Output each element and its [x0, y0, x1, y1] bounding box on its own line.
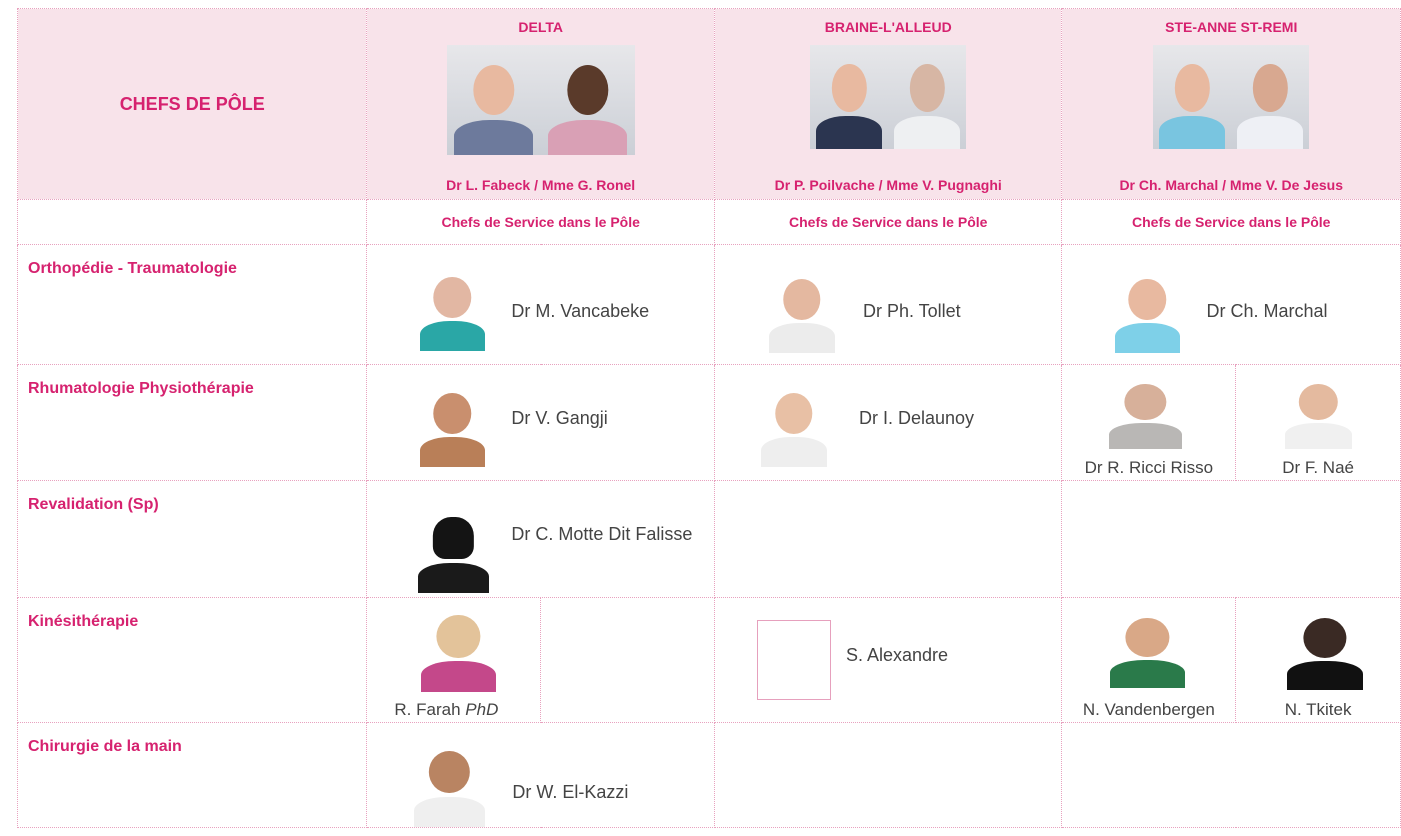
site-caption: Dr Ch. Marchal / Mme V. De Jesus [1119, 177, 1344, 193]
doctor-photo [1108, 271, 1187, 353]
doctor-photo [754, 385, 833, 467]
cell-steanne-b: N. Tkitek [1235, 597, 1401, 723]
header-row: CHEFS DE PÔLE DELTA Dr L. Fabeck / Mme G… [16, 8, 1401, 200]
cell-steanne-a: Dr R. Ricci Risso [1061, 364, 1237, 481]
cell-steanne: Dr Ch. Marchal [1061, 244, 1401, 365]
cell-delta: Dr V. Gangji [366, 364, 715, 481]
site-caption: Dr P. Poilvache / Mme V. Pugnaghi [774, 177, 1002, 193]
doctor-photo [540, 45, 635, 155]
page-title: CHEFS DE PÔLE [16, 8, 368, 200]
site-delta: DELTA Dr L. Fabeck / Mme G. Ronel [366, 8, 715, 200]
cell-delta-b [540, 597, 715, 723]
row-rhumatologie: Rhumatologie Physiothérapie Dr V. Gangji… [16, 364, 1401, 481]
photo-placeholder [756, 620, 831, 700]
doctor-name: Dr Ch. Marchal [1206, 301, 1328, 321]
doctor-photo [1102, 610, 1193, 688]
doctor-photo [413, 606, 504, 692]
subheader-steanne: Chefs de Service dans le Pôle [1061, 199, 1401, 245]
doctor-photo [411, 509, 496, 593]
cell-braine: Dr Ph. Tollet [713, 244, 1063, 365]
doctor-name: N. Tkitek [1284, 700, 1352, 719]
chefs-de-pole-table: CHEFS DE PÔLE DELTA Dr L. Fabeck / Mme G… [16, 8, 1401, 828]
doctor-name: Dr W. El-Kazzi [512, 782, 629, 802]
cell-steanne-a: N. Vandenbergen [1061, 597, 1237, 723]
doctor-name: Dr R. Ricci Risso [1084, 458, 1214, 477]
cell-braine: S. Alexandre [713, 597, 1063, 723]
cell-delta: Dr W. El-Kazzi [366, 722, 715, 828]
doctor-photo [810, 45, 889, 149]
doctor-photo [413, 385, 492, 467]
cell-braine: Dr I. Delaunoy [713, 364, 1063, 481]
site-steanne: STE-ANNE ST-REMI Dr Ch. Marchal / Mme V.… [1061, 8, 1401, 200]
category-label: Kinésithérapie [16, 597, 368, 723]
doctor-name: R. Farah PhD [394, 700, 499, 719]
cell-delta-a: R. Farah PhD [366, 597, 542, 723]
cell-delta: Dr M. Vancabeke [366, 244, 715, 365]
category-label: Orthopédie - Traumatologie [16, 244, 368, 365]
cell-delta: Dr C. Motte Dit Falisse [366, 480, 715, 598]
site-caption: Dr L. Fabeck / Mme G. Ronel [446, 177, 636, 193]
doctor-photo [1280, 610, 1371, 690]
category-label: Rhumatologie Physiothérapie [16, 364, 368, 481]
doctor-photo [1278, 377, 1359, 449]
site-braine: BRAINE-L'ALLEUD Dr P. Poilvache / Mme V.… [713, 8, 1063, 200]
row-kinesitherapie: Kinésithérapie R. Farah PhD S. Alexandre… [16, 597, 1401, 723]
doctor-photo [413, 269, 492, 351]
site-name: BRAINE-L'ALLEUD [824, 19, 952, 35]
doctor-photo [1231, 45, 1310, 149]
doctor-name: Dr Ph. Tollet [862, 301, 961, 321]
doctor-name: Dr M. Vancabeke [511, 301, 650, 321]
cell-steanne-b: Dr F. Naé [1235, 364, 1401, 481]
doctor-photo [762, 271, 841, 353]
site-photos [367, 45, 714, 155]
doctor-photo [888, 45, 967, 149]
doctor-name: Dr C. Motte Dit Falisse [511, 524, 693, 544]
site-name: DELTA [518, 19, 563, 35]
doctor-photo [446, 45, 541, 155]
subheader-row: Chefs de Service dans le Pôle Chefs de S… [16, 199, 1401, 245]
doctor-name: Dr V. Gangji [511, 408, 608, 428]
doctor-photo [1153, 45, 1232, 149]
subheader-braine: Chefs de Service dans le Pôle [713, 199, 1063, 245]
doctor-name: S. Alexandre [845, 645, 949, 665]
row-orthopedie: Orthopédie - Traumatologie Dr M. Vancabe… [16, 244, 1401, 365]
category-label: Revalidation (Sp) [16, 480, 368, 598]
subheader-delta: Chefs de Service dans le Pôle [366, 199, 715, 245]
site-name: STE-ANNE ST-REMI [1165, 19, 1298, 35]
doctor-name: Dr I. Delaunoy [858, 408, 975, 428]
doctor-name: Dr F. Naé [1282, 458, 1354, 477]
doctor-photo [1102, 377, 1189, 449]
doctor-name: N. Vandenbergen [1082, 700, 1215, 719]
site-photos [1062, 45, 1400, 149]
category-label: Chirurgie de la main [16, 722, 368, 828]
cell-steanne [1061, 722, 1401, 828]
doctor-photo [407, 743, 492, 827]
cell-braine [713, 722, 1063, 828]
row-chirurgie-main: Chirurgie de la main Dr W. El-Kazzi [16, 722, 1401, 828]
cell-steanne [1061, 480, 1401, 598]
row-revalidation: Revalidation (Sp) Dr C. Motte Dit Faliss… [16, 480, 1401, 598]
cell-braine [713, 480, 1063, 598]
site-photos [715, 45, 1061, 149]
empty-cell [16, 199, 368, 245]
